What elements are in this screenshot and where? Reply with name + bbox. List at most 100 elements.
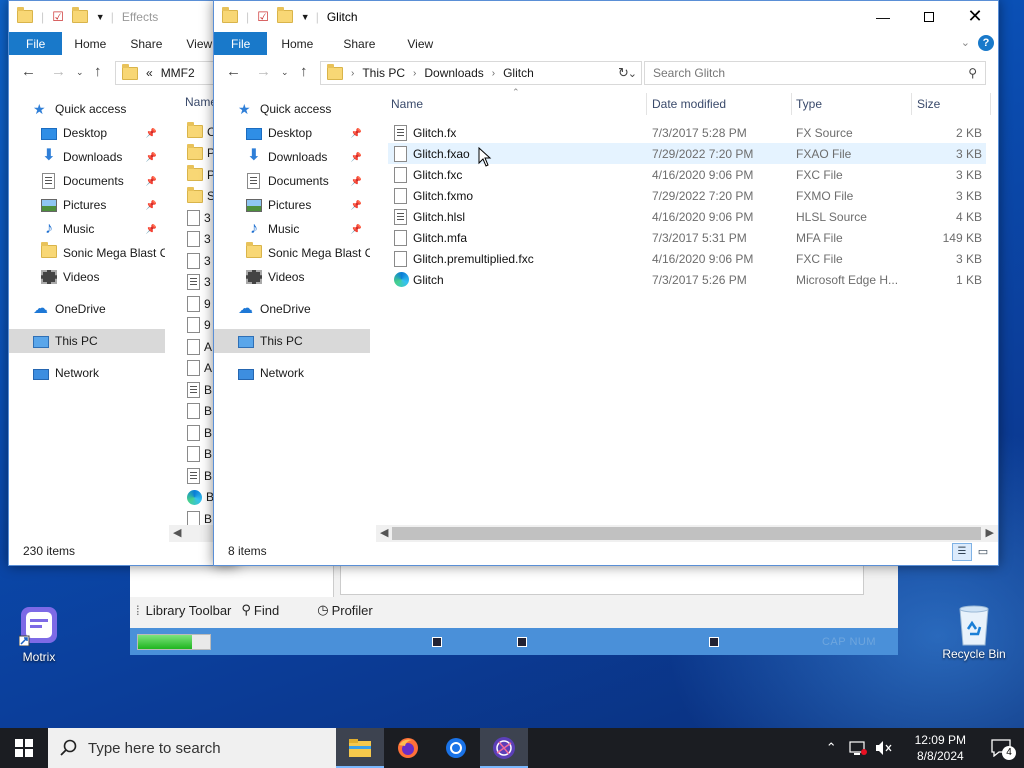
column-divider[interactable] bbox=[990, 93, 991, 115]
recent-locations-icon[interactable]: ⌄ bbox=[281, 67, 289, 78]
breadcrumb-downloads[interactable]: Downloads bbox=[424, 66, 483, 80]
column-divider[interactable] bbox=[791, 93, 792, 115]
taskbar-search-box[interactable]: Type here to search bbox=[48, 728, 336, 768]
nav-item-desktop[interactable]: Desktop 📌 bbox=[214, 121, 370, 145]
search-input[interactable]: Search Glitch bbox=[653, 66, 725, 80]
table-row[interactable]: Glitch.fxc 4/16/2020 9:06 PM FXC File 3 KB bbox=[388, 164, 986, 185]
pin-icon[interactable]: 📌 bbox=[351, 200, 362, 211]
nav-item-pictures[interactable]: Pictures 📌 bbox=[214, 193, 370, 217]
pin-icon[interactable]: 📌 bbox=[351, 176, 362, 187]
column-header-size[interactable]: Size bbox=[917, 91, 940, 117]
customize-quick-access-icon[interactable]: ▼ bbox=[301, 12, 310, 22]
nav-quick-access[interactable]: ★ Quick access bbox=[9, 97, 165, 121]
tab-home[interactable]: Home bbox=[267, 32, 327, 55]
column-divider[interactable] bbox=[646, 93, 647, 115]
profiler-button[interactable]: Profiler bbox=[332, 603, 373, 618]
tab-share[interactable]: Share bbox=[118, 32, 174, 55]
volume-muted-icon[interactable] bbox=[875, 740, 893, 756]
refresh-icon[interactable]: ↻ bbox=[618, 65, 629, 81]
address-bar[interactable]: › This PC › Downloads › Glitch ⌄ bbox=[320, 61, 642, 85]
show-hidden-icons-icon[interactable]: ⌃ bbox=[826, 740, 837, 756]
breadcrumb-glitch[interactable]: Glitch bbox=[503, 66, 534, 80]
tab-file[interactable]: File bbox=[9, 32, 63, 55]
nav-network[interactable]: Network bbox=[214, 361, 370, 385]
taskbar-motrix[interactable] bbox=[480, 728, 528, 768]
tab-home[interactable]: Home bbox=[62, 32, 118, 55]
nav-item-documents[interactable]: Documents 📌 bbox=[214, 169, 370, 193]
taskbar-search-input[interactable]: Type here to search bbox=[88, 740, 221, 757]
nav-item-sonic-mega-blast-o[interactable]: Sonic Mega Blast O bbox=[9, 241, 165, 265]
nav-item-downloads[interactable]: ⬇ Downloads 📌 bbox=[214, 145, 370, 169]
tab-file[interactable]: File bbox=[214, 32, 268, 55]
nav-this-pc[interactable]: This PC bbox=[214, 329, 370, 353]
start-button[interactable] bbox=[0, 728, 48, 768]
nav-item-music[interactable]: ♪ Music 📌 bbox=[9, 217, 165, 241]
forward-arrow-icon[interactable]: → bbox=[256, 63, 271, 80]
table-row[interactable]: Glitch.premultiplied.fxc 4/16/2020 9:06 P… bbox=[388, 248, 986, 269]
up-arrow-icon[interactable]: ↑ bbox=[94, 63, 102, 80]
taskbar-firefox[interactable] bbox=[384, 728, 432, 768]
library-toolbar-button[interactable]: Library Toolbar bbox=[146, 603, 232, 618]
pin-icon[interactable]: 📌 bbox=[351, 224, 362, 235]
up-arrow-icon[interactable]: ↑ bbox=[300, 63, 308, 80]
back-arrow-icon[interactable]: ← bbox=[21, 63, 36, 80]
nav-item-pictures[interactable]: Pictures 📌 bbox=[9, 193, 165, 217]
properties-icon[interactable]: ☑ bbox=[257, 9, 269, 25]
pin-icon[interactable]: 📌 bbox=[146, 128, 157, 139]
breadcrumb-this-pc[interactable]: This PC bbox=[362, 66, 405, 80]
properties-icon[interactable]: ☑ bbox=[52, 9, 64, 25]
pin-icon[interactable]: 📌 bbox=[146, 152, 157, 163]
back-arrow-icon[interactable]: ← bbox=[226, 63, 241, 80]
nav-this-pc[interactable]: This PC bbox=[9, 329, 165, 353]
pin-icon[interactable]: 📌 bbox=[146, 224, 157, 235]
pin-icon[interactable]: 📌 bbox=[351, 128, 362, 139]
minimize-button[interactable]: — bbox=[860, 1, 906, 32]
new-folder-icon[interactable] bbox=[71, 7, 88, 23]
table-row[interactable]: Glitch 7/3/2017 5:26 PM Microsoft Edge H..… bbox=[388, 269, 986, 290]
pin-icon[interactable]: 📌 bbox=[146, 200, 157, 211]
desktop-icon-motrix[interactable]: Motrix bbox=[1, 606, 77, 664]
nav-item-desktop[interactable]: Desktop 📌 bbox=[9, 121, 165, 145]
table-row[interactable]: Glitch.fx 7/3/2017 5:28 PM FX Source 2 KB bbox=[388, 122, 986, 143]
breadcrumb-item[interactable]: MMF2 bbox=[161, 66, 195, 80]
column-divider[interactable] bbox=[911, 93, 912, 115]
close-button[interactable]: ✕ bbox=[952, 1, 998, 32]
nav-item-downloads[interactable]: ⬇ Downloads 📌 bbox=[9, 145, 165, 169]
explorer-window-glitch[interactable]: | ☑ ▼ | Glitch — ✕ File Home Share View … bbox=[213, 0, 999, 566]
network-icon[interactable] bbox=[849, 740, 867, 756]
clock[interactable]: 12:09 PM 8/8/2024 bbox=[915, 732, 966, 764]
forward-arrow-icon[interactable]: → bbox=[51, 63, 66, 80]
search-icon[interactable]: ⚲ bbox=[968, 66, 977, 80]
large-icons-view-icon[interactable]: ▭ bbox=[974, 543, 992, 561]
nav-network[interactable]: Network bbox=[9, 361, 165, 385]
nav-onedrive[interactable]: ☁ OneDrive bbox=[9, 297, 165, 321]
explorer-window-effects[interactable]: | ☑ ▼ | Effects File Home Share View ← →… bbox=[8, 0, 238, 566]
new-folder-icon[interactable] bbox=[276, 7, 293, 23]
tab-view[interactable]: View bbox=[391, 32, 449, 55]
taskbar-file-explorer[interactable] bbox=[336, 728, 384, 768]
taskbar-chrome[interactable] bbox=[432, 728, 480, 768]
search-box[interactable]: Search Glitch ⚲ bbox=[644, 61, 986, 85]
nav-item-videos[interactable]: Videos bbox=[214, 265, 370, 289]
table-row[interactable]: Glitch.mfa 7/3/2017 5:31 PM MFA File 149 KB bbox=[388, 227, 986, 248]
breadcrumb-overflow[interactable]: « bbox=[146, 66, 153, 80]
pin-icon[interactable]: 📌 bbox=[351, 152, 362, 163]
maximize-button[interactable] bbox=[906, 1, 952, 32]
nav-item-sonic-mega-blast-o[interactable]: Sonic Mega Blast O bbox=[214, 241, 370, 265]
help-icon[interactable]: ? bbox=[978, 35, 994, 51]
address-dropdown-icon[interactable]: ⌄ bbox=[628, 67, 637, 80]
desktop-icon-recycle-bin[interactable]: Recycle Bin bbox=[936, 603, 1012, 661]
column-header-date-modified[interactable]: Date modified bbox=[652, 91, 726, 117]
find-button[interactable]: Find bbox=[254, 603, 279, 618]
column-header-type[interactable]: Type bbox=[796, 91, 822, 117]
nav-quick-access[interactable]: ★ Quick access bbox=[214, 97, 370, 121]
nav-onedrive[interactable]: ☁ OneDrive bbox=[214, 297, 370, 321]
column-header-name[interactable]: Name bbox=[391, 91, 423, 117]
expand-ribbon-icon[interactable]: ⌄ bbox=[961, 36, 970, 49]
nav-item-music[interactable]: ♪ Music 📌 bbox=[214, 217, 370, 241]
nav-item-documents[interactable]: Documents 📌 bbox=[9, 169, 165, 193]
tab-share[interactable]: Share bbox=[327, 32, 391, 55]
recent-locations-icon[interactable]: ⌄ bbox=[76, 67, 84, 78]
nav-item-videos[interactable]: Videos bbox=[9, 265, 165, 289]
action-center-button[interactable]: 4 bbox=[978, 728, 1024, 768]
